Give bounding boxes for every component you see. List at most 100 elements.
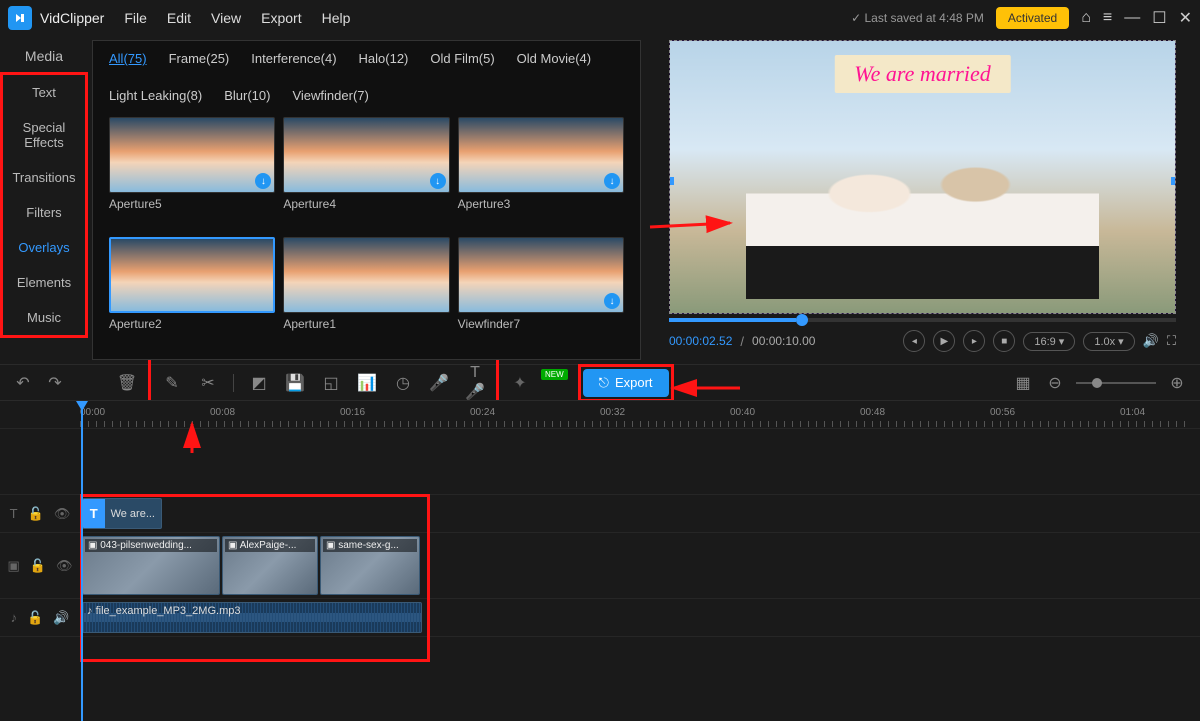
app-name: VidClipper (40, 10, 104, 26)
menu-view[interactable]: View (211, 10, 241, 26)
tab-old-film[interactable]: Old Film(5) (430, 51, 494, 66)
play-icon[interactable]: ▶ (933, 330, 955, 352)
gallery-item[interactable]: ↓Aperture5 (109, 117, 275, 231)
activated-badge[interactable]: Activated (996, 7, 1069, 29)
mic-icon[interactable]: 🎤 (428, 373, 450, 393)
menu-file[interactable]: File (124, 10, 147, 26)
scrubber-knob[interactable] (796, 314, 808, 326)
save-icon[interactable]: 💾 (284, 373, 306, 393)
text-track-icon: T (10, 506, 18, 521)
gallery-tabs: All(75) Frame(25) Interference(4) Halo(1… (93, 41, 640, 109)
gallery-item[interactable]: ↓Aperture3 (458, 117, 624, 231)
tab-blur[interactable]: Blur(10) (224, 88, 270, 103)
gallery-item[interactable]: Aperture1 (283, 237, 449, 351)
gallery-item[interactable]: ↓Aperture4 (283, 117, 449, 231)
video-clip[interactable]: ▣ same-sex-g... (320, 536, 420, 595)
hamburger-icon[interactable]: ≡ (1103, 9, 1112, 27)
close-icon[interactable]: ✕ (1179, 8, 1192, 28)
chart-icon[interactable]: 📊 (356, 373, 378, 393)
sidebar-item-filters[interactable]: Filters (3, 195, 85, 230)
preview-canvas[interactable]: We are married (669, 40, 1176, 314)
sidebar-header[interactable]: Media (0, 36, 88, 72)
gallery-item[interactable]: ↓Viewfinder7 (458, 237, 624, 351)
timeline-ruler[interactable]: 00:00 00:08 00:16 00:24 00:32 00:40 00:4… (0, 400, 1200, 428)
sidebar-item-overlays[interactable]: Overlays (3, 230, 85, 265)
last-saved-label: ✓ Last saved at 4:48 PM (851, 11, 984, 25)
edit-icon[interactable]: ✎ (161, 373, 183, 393)
gallery-item[interactable]: Aperture2 (109, 237, 275, 351)
preview-panel: We are married 00:00:02.52 / 00:00:10.00… (645, 36, 1200, 364)
menu-help[interactable]: Help (322, 10, 351, 26)
sidebar-item-transitions[interactable]: Transitions (3, 160, 85, 195)
download-icon[interactable]: ↓ (255, 173, 271, 189)
overlay-gallery: All(75) Frame(25) Interference(4) Halo(1… (92, 40, 641, 360)
menu-export[interactable]: Export (261, 10, 301, 26)
fullscreen-icon[interactable]: ⛶ (1167, 333, 1176, 349)
volume-icon[interactable]: 🔊 (1143, 333, 1159, 349)
tab-viewfinder[interactable]: Viewfinder(7) (292, 88, 368, 103)
track-spacer (0, 428, 1200, 494)
download-icon[interactable]: ↓ (430, 173, 446, 189)
tab-halo[interactable]: Halo(12) (359, 51, 409, 66)
crop-icon[interactable]: ◩ (248, 373, 270, 393)
text-overlay[interactable]: We are married (834, 55, 1010, 93)
redo-icon[interactable]: ↷ (44, 373, 66, 393)
tab-interference[interactable]: Interference(4) (251, 51, 336, 66)
text-to-speech-icon[interactable]: T🎤 (464, 364, 486, 402)
time-current: 00:00:02.52 (669, 334, 732, 348)
timeline-tracks: T🔓👁 TWe are... ▣🔓👁 ▣ 043-pilsenwedding..… (0, 428, 1200, 720)
audio-clip[interactable]: ♪ file_example_MP3_2MG.mp3 (82, 602, 422, 633)
clock-icon[interactable]: ◷ (392, 373, 414, 393)
sidebar-item-special-effects[interactable]: Special Effects (3, 110, 85, 160)
aspect-ratio-button[interactable]: 16:9 ▾ (1023, 332, 1075, 351)
video-track[interactable]: ▣🔓👁 ▣ 043-pilsenwedding... ▣ AlexPaige-.… (0, 532, 1200, 598)
tab-old-movie[interactable]: Old Movie(4) (517, 51, 591, 66)
tab-light-leaking[interactable]: Light Leaking(8) (109, 88, 202, 103)
track-empty (0, 636, 1200, 702)
eye-icon[interactable]: 👁 (56, 558, 73, 574)
cut-icon[interactable]: ✂ (197, 373, 219, 393)
zoom-slider[interactable] (1076, 382, 1156, 384)
video-clip[interactable]: ▣ AlexPaige-... (222, 536, 318, 595)
resize-handle-right[interactable] (1171, 177, 1176, 185)
tab-frame[interactable]: Frame(25) (169, 51, 230, 66)
sidebar-item-text[interactable]: Text (3, 75, 85, 110)
stop-icon[interactable]: ■ (993, 330, 1015, 352)
lock-icon[interactable]: 🔓 (27, 610, 43, 626)
playhead[interactable] (81, 401, 83, 721)
snap-icon[interactable]: ▦ (1012, 373, 1034, 393)
video-clip[interactable]: ▣ 043-pilsenwedding... (82, 536, 220, 595)
pip-icon[interactable]: ◱ (320, 373, 342, 393)
download-icon[interactable]: ↓ (604, 173, 620, 189)
sidebar-item-music[interactable]: Music (3, 300, 85, 335)
titlebar: VidClipper File Edit View Export Help ✓ … (0, 0, 1200, 36)
undo-icon[interactable]: ↶ (12, 373, 34, 393)
resize-handle-left[interactable] (669, 177, 674, 185)
preview-scrubber[interactable] (669, 318, 1176, 322)
eye-icon[interactable]: 👁 (54, 506, 71, 522)
export-button[interactable]: ⎋ Export (583, 369, 669, 397)
export-icon: ⎋ (599, 375, 609, 391)
effects-icon[interactable]: ✦ (509, 373, 531, 393)
main-menu: File Edit View Export Help (124, 10, 350, 26)
sidebar-item-elements[interactable]: Elements (3, 265, 85, 300)
audio-track[interactable]: ♪🔓🔊 ♪ file_example_MP3_2MG.mp3 (0, 598, 1200, 636)
maximize-icon[interactable]: ☐ (1152, 8, 1166, 28)
minimize-icon[interactable]: — (1124, 9, 1140, 27)
home-icon[interactable]: ⌂ (1081, 9, 1091, 27)
lock-icon[interactable]: 🔓 (30, 558, 46, 574)
prev-frame-icon[interactable]: ◂ (903, 330, 925, 352)
next-frame-icon[interactable]: ▸ (963, 330, 985, 352)
tab-all[interactable]: All(75) (109, 51, 147, 66)
speaker-icon[interactable]: 🔊 (53, 610, 69, 626)
zoom-out-icon[interactable]: ⊖ (1044, 373, 1066, 393)
time-total: 00:00:10.00 (752, 334, 815, 348)
zoom-in-icon[interactable]: ⊕ (1166, 373, 1188, 393)
delete-icon[interactable]: 🗑 (116, 373, 138, 393)
text-clip[interactable]: TWe are... (82, 498, 162, 529)
text-track[interactable]: T 🔓 👁 TWe are... (0, 494, 1200, 532)
lock-icon[interactable]: 🔓 (28, 506, 44, 522)
download-icon[interactable]: ↓ (604, 293, 620, 309)
menu-edit[interactable]: Edit (167, 10, 191, 26)
speed-button[interactable]: 1.0x ▾ (1083, 332, 1134, 351)
